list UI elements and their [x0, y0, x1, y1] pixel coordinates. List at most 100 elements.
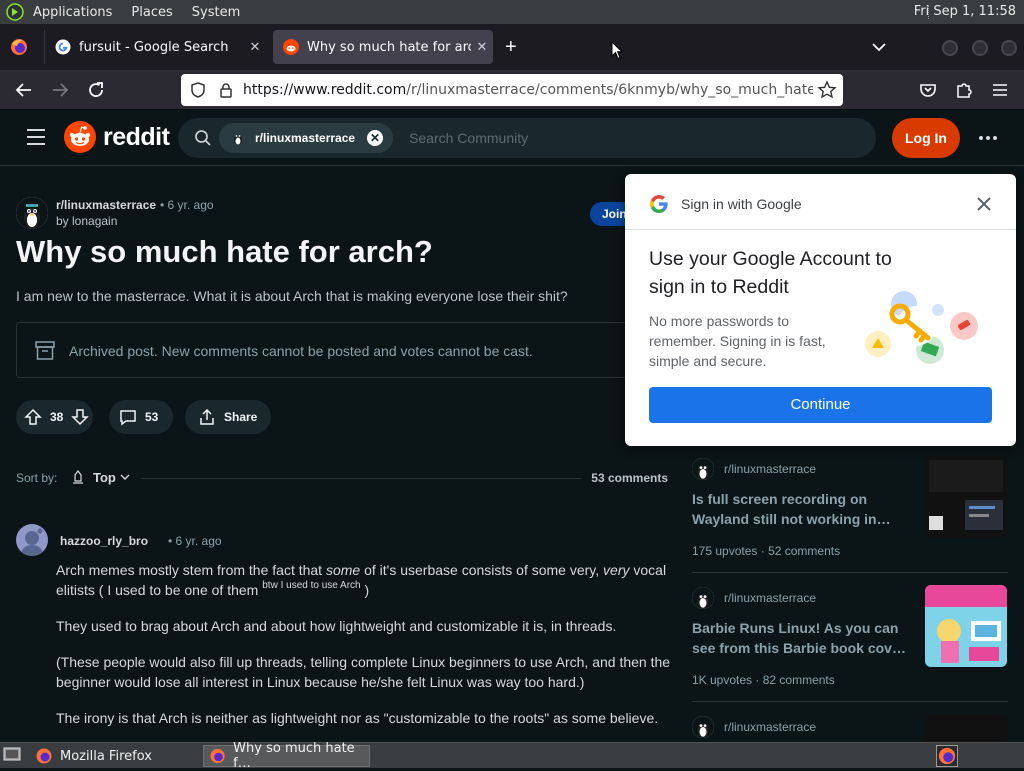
- new-tab-button[interactable]: +: [505, 37, 517, 57]
- superscript: btw I used to use Arch: [262, 580, 361, 591]
- show-desktop-icon[interactable]: [3, 747, 21, 763]
- google-popup-header: Sign in with Google: [625, 174, 1016, 230]
- system-menu[interactable]: System: [192, 5, 240, 20]
- close-tab-icon[interactable]: ✕: [471, 40, 493, 55]
- divider: [141, 478, 581, 479]
- more-options-icon[interactable]: [978, 128, 998, 148]
- post-score: 38: [50, 410, 64, 424]
- chevron-down-icon[interactable]: [120, 473, 130, 481]
- post-metadata: r/linuxmasterrace • 6 yr. ago by lonagai…: [16, 197, 616, 233]
- list-all-tabs-chevron-icon[interactable]: [871, 40, 887, 54]
- post-subreddit-link[interactable]: r/linuxmasterrace: [56, 198, 156, 212]
- penguin-avatar-icon: [16, 197, 48, 229]
- related-post-title[interactable]: Barbie Runs Linux! As you can see from t…: [692, 618, 912, 658]
- upvote-arrow-icon[interactable]: [24, 408, 42, 426]
- applications-menu[interactable]: Applications: [33, 5, 112, 20]
- subreddit-avatar[interactable]: [16, 197, 48, 229]
- related-post-subreddit[interactable]: r/linuxmasterrace: [724, 591, 816, 605]
- tab-reddit-post[interactable]: Why so much hate for arch? ✕: [273, 30, 493, 64]
- applications-menu-icon[interactable]: [6, 3, 24, 21]
- penguin-avatar-icon: [229, 129, 247, 147]
- penguin-avatar-icon: [692, 458, 714, 480]
- tab-google-search[interactable]: fursuit - Google Search ✕: [44, 30, 266, 64]
- comment-paragraph: The irony is that Arch is neither as lig…: [56, 710, 659, 726]
- rocket-sort-icon[interactable]: [71, 470, 85, 484]
- subreddit-avatar: [692, 716, 714, 738]
- comment-count: 82 comments: [762, 673, 835, 687]
- tracking-protection-shield-icon[interactable]: [189, 81, 207, 99]
- downvote-arrow-icon[interactable]: [71, 408, 90, 426]
- pocket-icon[interactable]: [918, 80, 938, 100]
- divider: [692, 572, 1008, 573]
- comment-age-text: 6 yr. ago: [175, 534, 222, 548]
- extensions-puzzle-icon[interactable]: [954, 80, 974, 100]
- comments-button[interactable]: 53: [109, 400, 173, 434]
- reddit-snoo-logo-icon[interactable]: [64, 121, 96, 153]
- related-post-subreddit[interactable]: r/linuxmasterrace: [724, 462, 816, 476]
- close-icon[interactable]: [975, 195, 993, 213]
- post-author[interactable]: by lonagain: [56, 214, 117, 228]
- post-body: I am new to the masterrace. What it is a…: [16, 288, 568, 304]
- taskbar-item-reddit-window[interactable]: Why so much hate f…: [203, 741, 370, 771]
- close-tab-icon[interactable]: ✕: [244, 40, 266, 55]
- reddit-wordmark[interactable]: reddit: [103, 123, 170, 152]
- reload-icon[interactable]: [86, 80, 106, 100]
- vote-control: 38: [16, 400, 93, 434]
- search-placeholder[interactable]: Search Community: [409, 130, 528, 146]
- navigation-toolbar: https://www.reddit.com/r/linuxmasterrace…: [0, 70, 1024, 110]
- address-bar[interactable]: https://www.reddit.com/r/linuxmasterrace…: [181, 74, 843, 106]
- url-text[interactable]: https://www.reddit.com/r/linuxmasterrace…: [243, 82, 813, 98]
- text-run: Arch memes mostly stem from the fact tha…: [56, 562, 326, 578]
- firefox-icon: [210, 748, 225, 764]
- task-label: Why so much hate f…: [233, 741, 355, 771]
- back-arrow-icon[interactable]: [14, 80, 34, 100]
- text-run: of it's userbase consists of some very,: [360, 562, 604, 578]
- clear-community-x-icon[interactable]: ✕: [367, 130, 384, 146]
- share-arrow-icon: [200, 408, 214, 425]
- firefox-view-icon[interactable]: [10, 38, 28, 56]
- clock[interactable]: Fri Sep 1, 11:58: [914, 4, 1016, 19]
- community-filter-chip[interactable]: r/linuxmasterrace ✕: [219, 123, 394, 153]
- emphasis: very: [603, 562, 630, 578]
- places-menu[interactable]: Places: [131, 5, 172, 20]
- task-label: Mozilla Firefox: [60, 748, 152, 764]
- share-button[interactable]: Share: [185, 400, 271, 434]
- google-sign-in-popup: Sign in with Google Use your Google Acco…: [625, 174, 1016, 446]
- maximize-window-button[interactable]: [972, 40, 988, 56]
- hamburger-menu-icon[interactable]: [990, 80, 1010, 100]
- commenter-avatar[interactable]: [16, 524, 48, 556]
- comment-author[interactable]: hazzoo_rly_bro: [60, 534, 148, 548]
- taskbar-item-firefox[interactable]: Mozilla Firefox: [30, 745, 200, 767]
- related-post-stats: 1K upvotes · 82 comments: [692, 673, 835, 687]
- google-g-icon: [55, 39, 71, 55]
- sort-dropdown[interactable]: Top: [93, 470, 116, 485]
- google-popup-heading: Sign in with Google: [681, 196, 802, 212]
- log-in-button[interactable]: Log In: [892, 118, 960, 158]
- related-post[interactable]: r/linuxmasterrace Barbie Runs Linux! As …: [692, 585, 1008, 699]
- emphasis: some: [325, 562, 361, 578]
- bookmark-star-icon[interactable]: [817, 80, 837, 100]
- related-post-subreddit[interactable]: r/linuxmasterrace: [724, 720, 816, 734]
- forward-arrow-icon[interactable]: [50, 80, 70, 100]
- close-window-button[interactable]: [1001, 40, 1017, 56]
- passkey-illustration: [865, 291, 978, 364]
- continue-button[interactable]: Continue: [649, 387, 992, 423]
- related-post-thumbnail[interactable]: [925, 585, 1007, 667]
- related-post-thumbnail[interactable]: [925, 714, 1007, 742]
- related-post[interactable]: r/linuxmasterrace: [692, 714, 1008, 742]
- related-post-title[interactable]: Is full screen recording on Wayland stil…: [692, 489, 912, 529]
- divider: [692, 701, 1008, 702]
- search-icon: [195, 130, 211, 146]
- post-title: Why so much hate for arch?: [16, 234, 433, 269]
- penguin-avatar-icon: [692, 716, 714, 738]
- community-search-bar[interactable]: r/linuxmasterrace ✕ Search Community: [178, 118, 876, 158]
- related-post-thumbnail[interactable]: [925, 456, 1007, 538]
- share-label: Share: [224, 410, 258, 424]
- minimize-window-button[interactable]: [942, 40, 958, 56]
- workspace-switcher[interactable]: [936, 745, 958, 767]
- upvote-count: 1K upvotes: [692, 673, 753, 687]
- penguin-avatar-icon: [692, 587, 714, 609]
- reddit-menu-icon[interactable]: [26, 128, 46, 146]
- related-post[interactable]: r/linuxmasterrace Is full screen recordi…: [692, 456, 1008, 570]
- padlock-icon[interactable]: [217, 81, 235, 99]
